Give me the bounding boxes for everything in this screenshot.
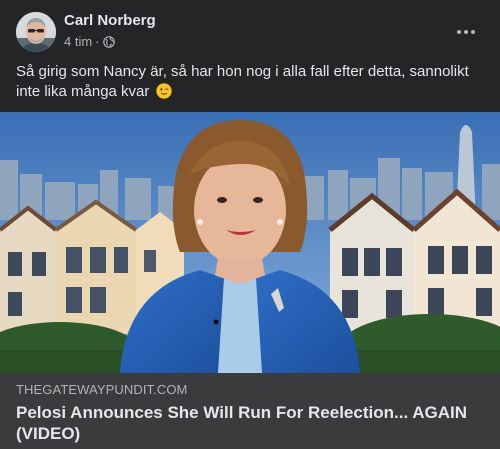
post-text: Så girig som Nancy är, så har hon nog i … bbox=[16, 62, 484, 102]
post-text-content: Så girig som Nancy är, så har hon nog i … bbox=[16, 63, 469, 100]
facebook-post: Carl Norberg 4 tim · Så girig som Nancy … bbox=[0, 0, 500, 449]
meta-separator: · bbox=[95, 34, 100, 49]
more-options-button[interactable] bbox=[448, 14, 484, 50]
winking-face-icon bbox=[155, 83, 172, 99]
globe-icon[interactable] bbox=[102, 35, 115, 48]
avatar-photo bbox=[16, 12, 56, 52]
more-dot bbox=[471, 30, 475, 34]
author-avatar[interactable] bbox=[16, 12, 56, 52]
link-preview-image[interactable] bbox=[0, 112, 500, 373]
link-title[interactable]: Pelosi Announces She Will Run For Reelec… bbox=[16, 402, 486, 444]
more-horizontal-icon bbox=[457, 30, 461, 34]
article-image bbox=[0, 112, 500, 373]
author-name[interactable]: Carl Norberg bbox=[64, 12, 156, 29]
post-meta: 4 tim · bbox=[64, 34, 115, 49]
link-preview-footer[interactable]: THEGATEWAYPUNDIT.COM Pelosi Announces Sh… bbox=[0, 373, 500, 449]
post-timestamp[interactable]: 4 tim bbox=[64, 34, 92, 49]
more-dot bbox=[464, 30, 468, 34]
link-domain: THEGATEWAYPUNDIT.COM bbox=[16, 382, 188, 397]
